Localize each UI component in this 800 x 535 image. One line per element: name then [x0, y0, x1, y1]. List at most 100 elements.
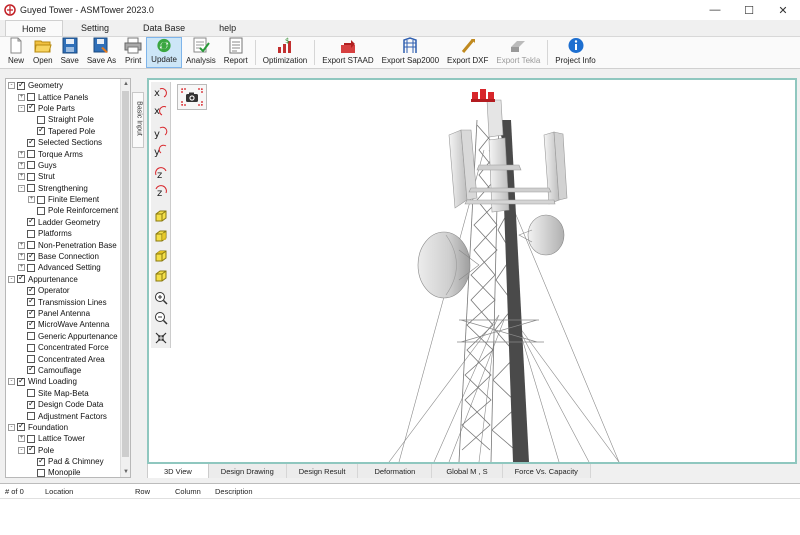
- tree-checkbox[interactable]: [17, 273, 25, 284]
- view-front-button[interactable]: [153, 208, 169, 224]
- tab-deformation[interactable]: Deformation: [358, 464, 433, 478]
- 3d-viewport[interactable]: x x y y z z: [147, 78, 797, 464]
- tree-item[interactable]: - Pole Parts: [6, 102, 130, 114]
- tree-item[interactable]: Camouflage: [6, 364, 130, 376]
- tree-checkbox[interactable]: [37, 115, 45, 124]
- open-button[interactable]: Open: [29, 37, 57, 68]
- tree-checkbox[interactable]: [27, 184, 35, 193]
- expand-icon[interactable]: +: [18, 253, 25, 261]
- column-header-row[interactable]: Row: [130, 487, 170, 496]
- column-header-location[interactable]: Location: [40, 487, 130, 496]
- tree-checkbox[interactable]: [27, 229, 35, 238]
- tab-design-drawing[interactable]: Design Drawing: [208, 464, 287, 478]
- tree-checkbox[interactable]: [27, 308, 35, 318]
- tab-help[interactable]: help: [203, 20, 252, 36]
- scroll-down-icon[interactable]: ▼: [121, 467, 130, 477]
- basic-input-side-tab[interactable]: Basic Input: [132, 92, 144, 148]
- tree-checkbox[interactable]: [27, 319, 35, 329]
- tree-item[interactable]: Operator: [6, 285, 130, 296]
- rotate-y-ccw-button[interactable]: y: [153, 124, 169, 140]
- tree-checkbox[interactable]: [27, 150, 35, 159]
- tree-checkbox[interactable]: [27, 241, 35, 250]
- optimization-button[interactable]: $ Optimization: [259, 37, 311, 68]
- project-info-button[interactable]: Project Info: [551, 37, 599, 68]
- tab-setting[interactable]: Setting: [65, 20, 125, 36]
- collapse-icon[interactable]: -: [18, 446, 25, 454]
- tree-item[interactable]: Platforms: [6, 228, 130, 239]
- tree-checkbox[interactable]: [37, 206, 45, 215]
- tab-home[interactable]: Home: [5, 20, 64, 36]
- export-staad-button[interactable]: Export STAAD: [318, 37, 377, 68]
- rotate-z-ccw-button[interactable]: z: [153, 166, 169, 182]
- tree-checkbox[interactable]: [27, 444, 35, 455]
- tree-checkbox[interactable]: [17, 376, 25, 386]
- rotate-x-cw-button[interactable]: x: [153, 102, 169, 118]
- view-side-button[interactable]: [153, 228, 169, 244]
- tree-checkbox[interactable]: [37, 125, 45, 136]
- save-as-button[interactable]: Save As: [83, 37, 120, 68]
- view-top-button[interactable]: [153, 248, 169, 264]
- tree-item[interactable]: Adjustment Factors: [6, 410, 130, 421]
- expand-icon[interactable]: +: [18, 264, 25, 272]
- tree-item[interactable]: + Lattice Tower: [6, 433, 130, 444]
- tree-item[interactable]: Ladder Geometry: [6, 216, 130, 228]
- tree-item[interactable]: MicroWave Antenna: [6, 319, 130, 330]
- tree-item[interactable]: Design Code Data: [6, 399, 130, 410]
- tree-checkbox[interactable]: [27, 285, 35, 295]
- print-button[interactable]: Print: [120, 37, 146, 68]
- tree-item[interactable]: + Strut: [6, 171, 130, 182]
- expand-icon[interactable]: +: [18, 93, 25, 101]
- tab-force-vs-capacity[interactable]: Force Vs. Capacity: [502, 464, 591, 478]
- tree-item[interactable]: + Guys: [6, 160, 130, 171]
- tree-checkbox[interactable]: [27, 102, 35, 113]
- tab-global-m-s[interactable]: Global M , S: [432, 464, 503, 478]
- tree-item[interactable]: Selected Sections: [6, 137, 130, 148]
- tree-item[interactable]: + Torque Arms: [6, 148, 130, 159]
- tree-item[interactable]: + Finite Element: [6, 194, 130, 205]
- expand-icon[interactable]: +: [18, 241, 25, 249]
- report-button[interactable]: Report: [220, 37, 252, 68]
- collapse-icon[interactable]: -: [8, 423, 15, 431]
- expand-icon[interactable]: +: [18, 435, 25, 443]
- tree-checkbox[interactable]: [27, 251, 35, 261]
- column-header-count[interactable]: # of 0: [0, 487, 40, 496]
- tree-checkbox[interactable]: [27, 389, 35, 398]
- export-tekla-button[interactable]: Export Tekla: [492, 37, 544, 68]
- tree-item[interactable]: - Wind Loading: [6, 376, 130, 387]
- zoom-in-button[interactable]: [153, 290, 169, 306]
- tree-checkbox[interactable]: [27, 93, 35, 102]
- expand-icon[interactable]: +: [18, 161, 25, 169]
- export-sap2000-button[interactable]: Export Sap2000: [378, 37, 443, 68]
- tree-item[interactable]: Monopile: [6, 467, 130, 477]
- tree-scrollbar[interactable]: ▲ ▼: [120, 79, 130, 477]
- rotate-z-cw-button[interactable]: z: [153, 184, 169, 200]
- tree-checkbox[interactable]: [27, 137, 35, 147]
- tree-item[interactable]: - Foundation: [6, 421, 130, 433]
- fit-to-view-button[interactable]: [153, 330, 169, 346]
- collapse-icon[interactable]: -: [8, 275, 15, 283]
- export-dxf-button[interactable]: Export DXF: [443, 37, 492, 68]
- expand-icon[interactable]: +: [18, 150, 25, 158]
- tree-item[interactable]: Concentrated Force: [6, 342, 130, 353]
- tree-item[interactable]: + Non-Penetration Base: [6, 239, 130, 250]
- tree-item[interactable]: Tapered Pole: [6, 125, 130, 137]
- tree-item[interactable]: - Appurtenance: [6, 273, 130, 285]
- scrollbar-thumb[interactable]: [122, 91, 129, 457]
- tree-checkbox[interactable]: [27, 355, 35, 364]
- tree-item[interactable]: - Pole: [6, 444, 130, 456]
- tree-checkbox[interactable]: [37, 195, 45, 204]
- tree-checkbox[interactable]: [27, 263, 35, 272]
- tree-checkbox[interactable]: [17, 80, 25, 90]
- tree-item[interactable]: Concentrated Area: [6, 353, 130, 364]
- tree-checkbox[interactable]: [27, 364, 35, 375]
- collapse-icon[interactable]: -: [8, 82, 15, 90]
- view-iso-button[interactable]: [153, 268, 169, 284]
- tree-checkbox[interactable]: [27, 216, 35, 227]
- tree-item[interactable]: Generic Appurtenance: [6, 331, 130, 342]
- tree-item[interactable]: - Geometry: [6, 80, 130, 91]
- tree-checkbox[interactable]: [27, 412, 35, 421]
- collapse-icon[interactable]: -: [18, 184, 25, 192]
- collapse-icon[interactable]: -: [8, 378, 15, 386]
- tab-design-result[interactable]: Design Result: [286, 464, 359, 478]
- expand-icon[interactable]: +: [18, 173, 25, 181]
